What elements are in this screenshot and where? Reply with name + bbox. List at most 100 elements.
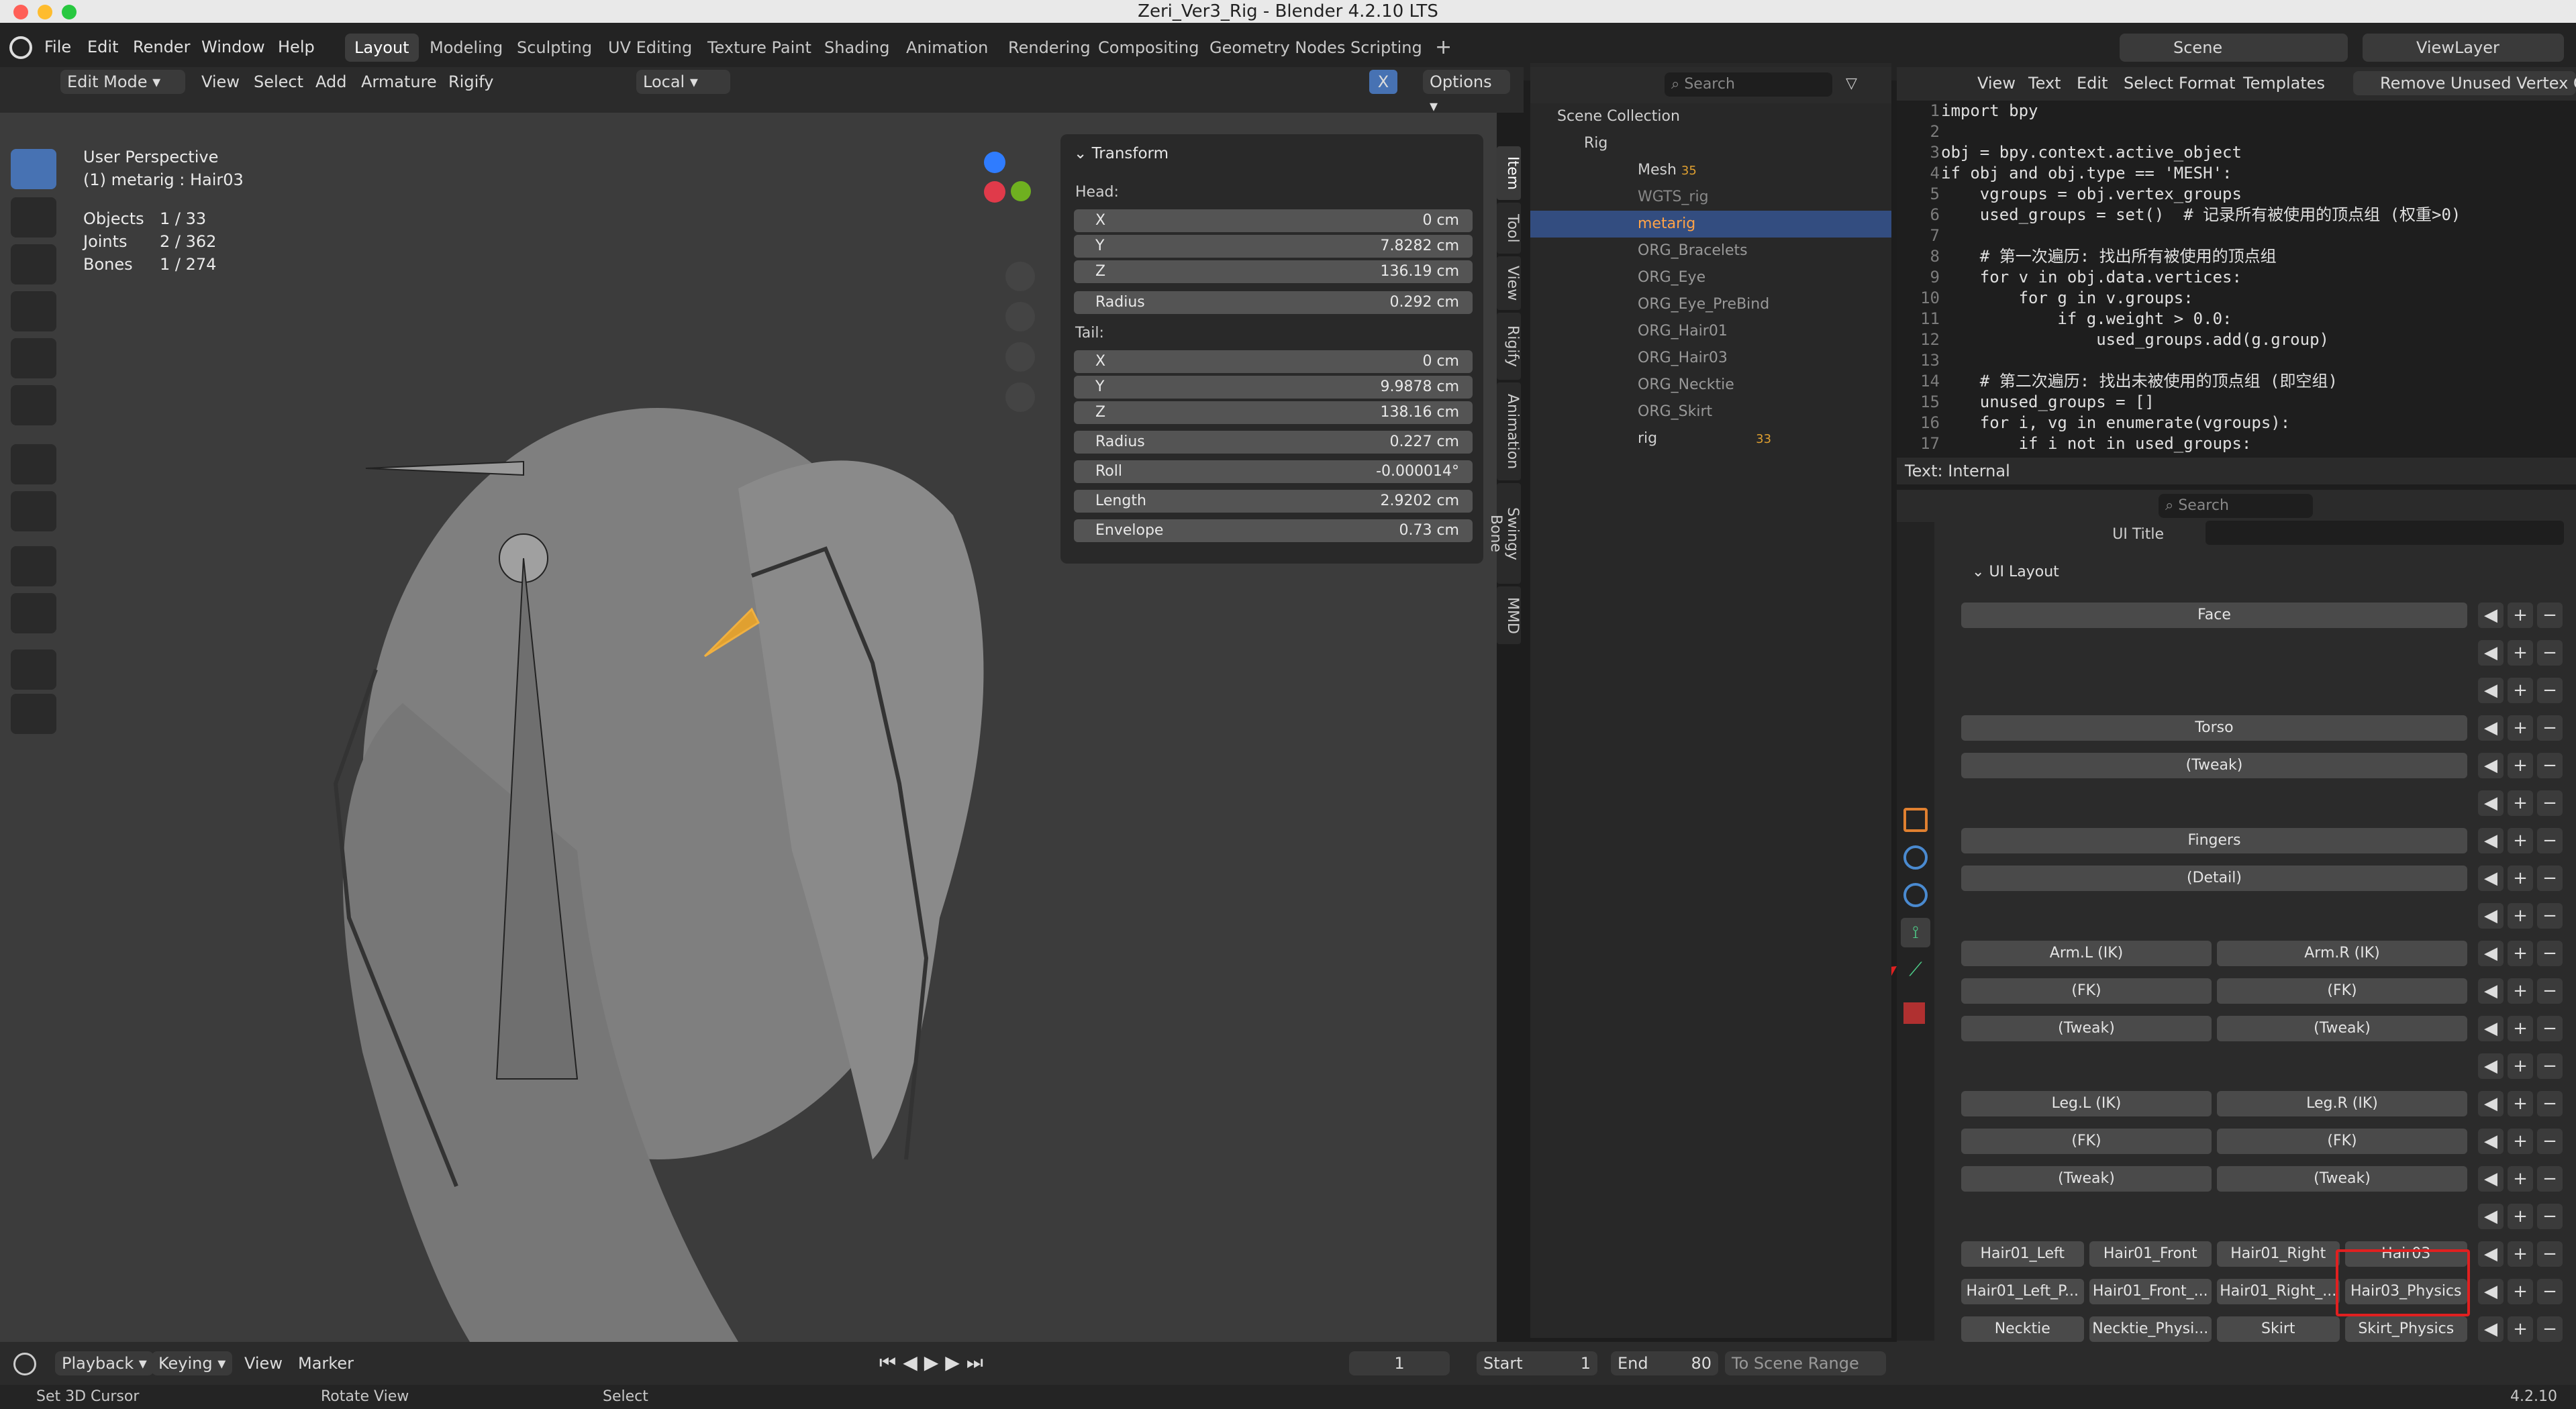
tab-rigify[interactable]: Rigify <box>1497 313 1521 380</box>
add-row-icon[interactable]: + <box>2508 640 2533 666</box>
menu-window[interactable]: Window <box>201 38 265 56</box>
tab-swingy-bone[interactable]: Swingy Bone <box>1487 483 1521 584</box>
move-row-icon[interactable]: ◀ <box>2478 753 2504 778</box>
layout-button[interactable]: Hair01_Front_... <box>2089 1279 2212 1304</box>
render-icon[interactable] <box>1903 573 1928 597</box>
layout-button[interactable]: Hair01_Right <box>2217 1241 2340 1267</box>
layout-button[interactable]: Arm.R (IK) <box>2217 941 2467 966</box>
add-row-icon[interactable]: + <box>2508 1053 2533 1079</box>
outliner-row-org-skirt[interactable]: ORG_Skirt <box>1530 399 1891 425</box>
add-row-icon[interactable]: + <box>2508 753 2533 778</box>
tab-mmd[interactable]: MMD <box>1497 586 1521 644</box>
move-row-icon[interactable]: ◀ <box>2478 941 2504 966</box>
bone-size-tool-icon[interactable] <box>11 546 56 586</box>
tab-shading[interactable]: Shading <box>815 34 899 62</box>
outliner-row-org-eye-prebind[interactable]: ORG_Eye_PreBind <box>1530 291 1891 318</box>
end-frame-field[interactable]: End 80 <box>1611 1351 1718 1375</box>
layout-button[interactable]: (FK) <box>2217 1129 2467 1154</box>
viewport-menu-view[interactable]: View <box>201 70 240 94</box>
layout-button[interactable]: Hair03_Physics <box>2344 1279 2467 1304</box>
add-workspace-icon[interactable]: + <box>1426 34 1461 62</box>
transform-section-header[interactable]: ⌄ Transform <box>1074 145 1169 162</box>
transform-orientation-dropdown[interactable]: Local ▾ <box>636 70 730 94</box>
outliner-row-org-bracelets[interactable]: ORG_Bracelets <box>1530 238 1891 264</box>
layout-button[interactable]: Hair01_Left <box>1961 1241 2084 1267</box>
remove-row-icon[interactable]: − <box>2537 1129 2563 1154</box>
text-menu-select[interactable]: Select <box>2124 71 2173 95</box>
move-row-icon[interactable]: ◀ <box>2478 866 2504 891</box>
output-icon[interactable] <box>1903 611 1928 635</box>
text-datablock-selector[interactable]: Remove Unused Vertex G <box>2353 71 2576 95</box>
extrude-tool-icon[interactable] <box>11 649 56 690</box>
add-row-icon[interactable]: + <box>2508 978 2533 1004</box>
layout-button[interactable]: Hair01_Right_... <box>2217 1279 2340 1304</box>
layout-button[interactable]: Leg.L (IK) <box>1961 1091 2212 1116</box>
viewport-menu-rigify[interactable]: Rigify <box>448 70 493 94</box>
scene-selector[interactable]: Scene <box>2120 34 2348 62</box>
text-menu-templates[interactable]: Templates <box>2243 71 2325 95</box>
move-row-icon[interactable]: ◀ <box>2478 828 2504 853</box>
layout-button[interactable]: Hair01_Front <box>2089 1241 2212 1267</box>
remove-row-icon[interactable]: − <box>2537 866 2563 891</box>
ui-layout-section-header[interactable]: ⌄ UI Layout <box>1972 564 2059 580</box>
object-icon[interactable] <box>1903 808 1928 832</box>
remove-row-icon[interactable]: − <box>2537 903 2563 929</box>
ui-title-input[interactable] <box>2206 521 2564 545</box>
layout-button[interactable]: Skirt <box>2217 1316 2340 1342</box>
head-z-field[interactable]: Z 136.19 cm <box>1074 260 1473 283</box>
scene-range-button[interactable]: To Scene Range <box>1725 1351 1886 1375</box>
marker-menu[interactable]: Marker <box>298 1351 354 1375</box>
close-window-button[interactable] <box>13 5 28 19</box>
annotate-tool-icon[interactable] <box>11 444 56 484</box>
move-row-icon[interactable]: ◀ <box>2478 790 2504 816</box>
view-layer-selector[interactable]: ViewLayer <box>2363 34 2564 62</box>
tab-sculpting[interactable]: Sculpting <box>507 34 601 62</box>
add-row-icon[interactable]: + <box>2508 1241 2533 1267</box>
layout-button[interactable]: Necktie_Physi... <box>2089 1316 2212 1342</box>
add-row-icon[interactable]: + <box>2508 941 2533 966</box>
menu-edit[interactable]: Edit <box>87 38 118 56</box>
head-x-field[interactable]: X 0 cm <box>1074 209 1473 232</box>
tab-layout[interactable]: Layout <box>345 34 419 62</box>
move-row-icon[interactable]: ◀ <box>2478 1016 2504 1041</box>
layout-button[interactable]: Torso <box>1961 715 2467 741</box>
world-icon[interactable] <box>1903 723 1928 747</box>
tab-modeling[interactable]: Modeling <box>420 34 512 62</box>
move-row-icon[interactable]: ◀ <box>2478 640 2504 666</box>
z-axis-icon[interactable] <box>984 152 1005 173</box>
remove-row-icon[interactable]: − <box>2537 715 2563 741</box>
transform-tool-icon[interactable] <box>11 385 56 425</box>
layout-button[interactable]: Arm.L (IK) <box>1961 941 2212 966</box>
add-row-icon[interactable]: + <box>2508 790 2533 816</box>
measure-tool-icon[interactable] <box>11 491 56 531</box>
menu-help[interactable]: Help <box>278 38 315 56</box>
add-row-icon[interactable]: + <box>2508 903 2533 929</box>
head-y-field[interactable]: Y 7.8282 cm <box>1074 235 1473 258</box>
tail-x-field[interactable]: X 0 cm <box>1074 350 1473 373</box>
remove-row-icon[interactable]: − <box>2537 1091 2563 1116</box>
options-dropdown[interactable]: Options ▾ <box>1423 70 1510 115</box>
filter-icon[interactable]: ▽ <box>1846 75 1866 94</box>
move-row-icon[interactable]: ◀ <box>2478 1316 2504 1342</box>
armature-data-icon[interactable]: ⟟ <box>1901 918 1930 947</box>
layout-button[interactable]: (Detail) <box>1961 866 2467 891</box>
envelope-field[interactable]: Envelope 0.73 cm <box>1074 519 1473 542</box>
outliner-row-org-hair01[interactable]: ORG_Hair01 <box>1530 318 1891 345</box>
move-row-icon[interactable]: ◀ <box>2478 1241 2504 1267</box>
head-radius-field[interactable]: Radius 0.292 cm <box>1074 291 1473 314</box>
tab-texture-paint[interactable]: Texture Paint <box>698 34 821 62</box>
layout-button[interactable]: Fingers <box>1961 828 2467 853</box>
remove-row-icon[interactable]: − <box>2537 790 2563 816</box>
move-row-icon[interactable]: ◀ <box>2478 1204 2504 1229</box>
layout-button[interactable]: (Tweak) <box>1961 1166 2212 1192</box>
viewport-menu-select[interactable]: Select <box>254 70 303 94</box>
layout-button[interactable]: Hair01_Left_P... <box>1961 1279 2084 1304</box>
outliner-row-rig[interactable]: rig 33 <box>1530 425 1891 452</box>
y-axis-icon[interactable] <box>1011 181 1031 201</box>
mode-selector[interactable]: Edit Mode ▾ <box>60 70 185 94</box>
length-field[interactable]: Length 2.9202 cm <box>1074 490 1473 513</box>
minimize-window-button[interactable] <box>38 5 52 19</box>
tab-compositing[interactable]: Compositing <box>1089 34 1208 62</box>
move-row-icon[interactable]: ◀ <box>2478 1091 2504 1116</box>
add-row-icon[interactable]: + <box>2508 1166 2533 1192</box>
